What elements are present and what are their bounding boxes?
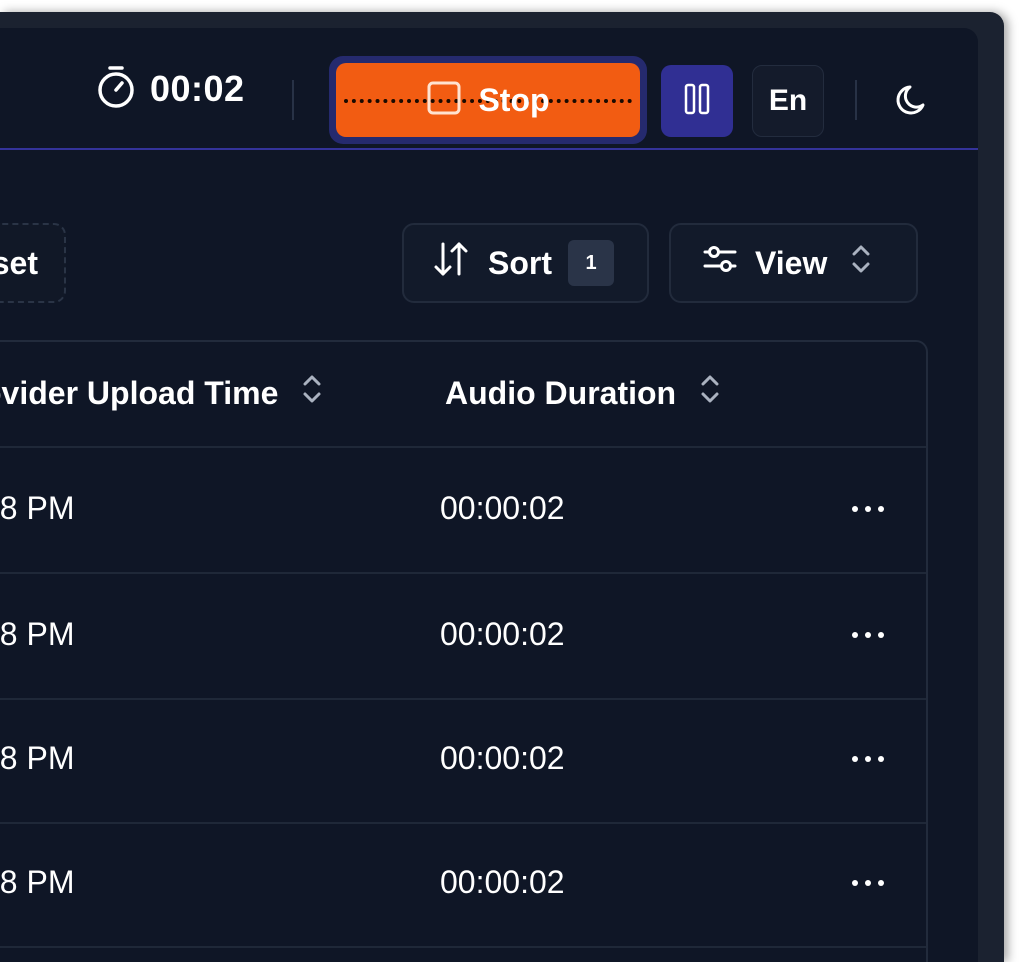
header-divider (292, 80, 294, 120)
row-actions-button[interactable] (848, 740, 888, 780)
table-row: 48 PM 00:00:02 (0, 574, 926, 700)
table-row: 48 PM 00:00:02 (0, 698, 926, 824)
chevrons-up-down-icon (300, 372, 324, 414)
table-row: 48 PM 00:00:02 (0, 822, 926, 948)
column-header-label: ovider Upload Time (0, 374, 279, 411)
timer-value: 00:02 (150, 68, 245, 109)
square-icon (426, 80, 462, 121)
row-actions-button[interactable] (848, 490, 888, 530)
recording-timer: 00:02 (96, 64, 245, 114)
reset-button[interactable]: set (0, 223, 66, 303)
column-header-upload-time[interactable]: ovider Upload Time (0, 372, 324, 414)
stopwatch-icon (96, 64, 136, 115)
duration-cell: 00:00:02 (440, 490, 565, 526)
stop-label: Stop (478, 81, 550, 118)
duration-cell: 00:00:02 (440, 740, 565, 776)
ellipsis-icon (850, 751, 886, 769)
sort-count-badge: 1 (568, 240, 614, 286)
ellipsis-icon (850, 501, 886, 519)
sort-label: Sort (488, 244, 552, 281)
app-content: 00:02 Stop En set Sort 1 View ovider Upl… (0, 28, 978, 962)
table-row: 48 PM 00:00:02 (0, 448, 926, 574)
arrows-up-down-icon (432, 240, 470, 286)
duration-cell: 00:00:02 (440, 864, 565, 900)
stop-button[interactable]: Stop (336, 63, 640, 137)
upload-time-cell: 48 PM (0, 740, 75, 776)
table-header-row: ovider Upload Time Audio Duration (0, 342, 926, 448)
moon-icon (893, 81, 931, 124)
sort-button[interactable]: Sort 1 (402, 223, 649, 303)
chevrons-up-down-icon (849, 242, 873, 284)
recording-header: 00:02 Stop En (0, 28, 978, 150)
chevrons-up-down-icon (698, 372, 722, 414)
view-button[interactable]: View (669, 223, 918, 303)
upload-time-cell: 48 PM (0, 616, 75, 652)
stop-button-ring: Stop (329, 56, 647, 144)
column-header-label: Audio Duration (445, 374, 677, 411)
ellipsis-icon (850, 627, 886, 645)
view-label: View (755, 244, 828, 281)
column-header-audio-duration[interactable]: Audio Duration (445, 372, 722, 414)
header-divider (855, 80, 857, 120)
row-actions-button[interactable] (848, 616, 888, 656)
recordings-table: ovider Upload Time Audio Duration 8 PM 0… (0, 340, 928, 962)
duration-cell: 00:00:02 (440, 616, 565, 652)
row-actions-button[interactable] (848, 864, 888, 904)
theme-toggle-button[interactable] (880, 74, 944, 130)
upload-time-cell: 48 PM (0, 864, 75, 900)
language-button[interactable]: En (752, 65, 824, 137)
pause-icon (683, 83, 711, 120)
upload-time-cell: 48 PM (0, 490, 75, 526)
pause-button[interactable] (661, 65, 733, 137)
ellipsis-icon (850, 875, 886, 893)
sliders-icon (703, 242, 737, 284)
app-window: 00:02 Stop En set Sort 1 View ovider Upl… (0, 12, 1004, 962)
